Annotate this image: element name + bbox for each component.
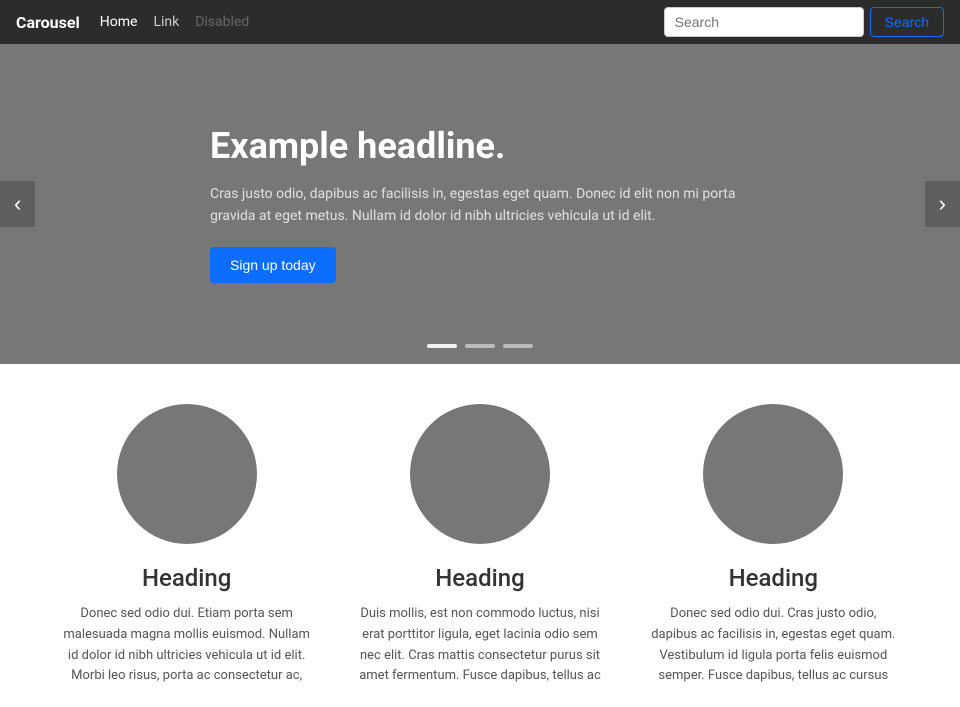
feature-image-0 — [117, 404, 257, 544]
carousel-indicator-2[interactable] — [503, 344, 533, 348]
feature-text-1: Duis mollis, est non commodo luctus, nis… — [353, 604, 606, 687]
nav-links: Home Link Disabled — [100, 14, 664, 30]
carousel: ‹ Example headline. Cras justo odio, dap… — [0, 44, 960, 364]
feature-card-0: Heading Donec sed odio dui. Etiam porta … — [60, 404, 313, 687]
feature-heading-2: Heading — [647, 564, 900, 592]
feature-image-2 — [703, 404, 843, 544]
nav-link-disabled: Disabled — [195, 14, 249, 30]
nav-link-link[interactable]: Link — [153, 14, 179, 30]
feature-card-1: Heading Duis mollis, est non commodo luc… — [353, 404, 606, 687]
carousel-indicators — [427, 344, 533, 348]
feature-text-2: Donec sed odio dui. Cras justo odio, dap… — [647, 604, 900, 687]
feature-heading-0: Heading — [60, 564, 313, 592]
search-input[interactable] — [664, 7, 864, 37]
carousel-content: Example headline. Cras justo odio, dapib… — [130, 125, 830, 284]
nav-link-home[interactable]: Home — [100, 14, 138, 30]
carousel-prev-button[interactable]: ‹ — [0, 181, 35, 227]
feature-heading-1: Heading — [353, 564, 606, 592]
carousel-cta-button[interactable]: Sign up today — [210, 247, 336, 283]
navbar-search: Search — [664, 7, 944, 37]
navbar-brand[interactable]: Carousel — [16, 13, 80, 32]
carousel-title: Example headline. — [210, 125, 750, 167]
feature-image-1 — [410, 404, 550, 544]
carousel-text: Cras justo odio, dapibus ac facilisis in… — [210, 183, 750, 228]
carousel-indicator-0[interactable] — [427, 344, 457, 348]
features-section: Heading Donec sed odio dui. Etiam porta … — [0, 364, 960, 707]
carousel-indicator-1[interactable] — [465, 344, 495, 348]
navbar: Carousel Home Link Disabled Search — [0, 0, 960, 44]
carousel-next-button[interactable]: › — [925, 181, 960, 227]
feature-card-2: Heading Donec sed odio dui. Cras justo o… — [647, 404, 900, 687]
feature-text-0: Donec sed odio dui. Etiam porta sem male… — [60, 604, 313, 687]
search-button[interactable]: Search — [870, 7, 944, 37]
